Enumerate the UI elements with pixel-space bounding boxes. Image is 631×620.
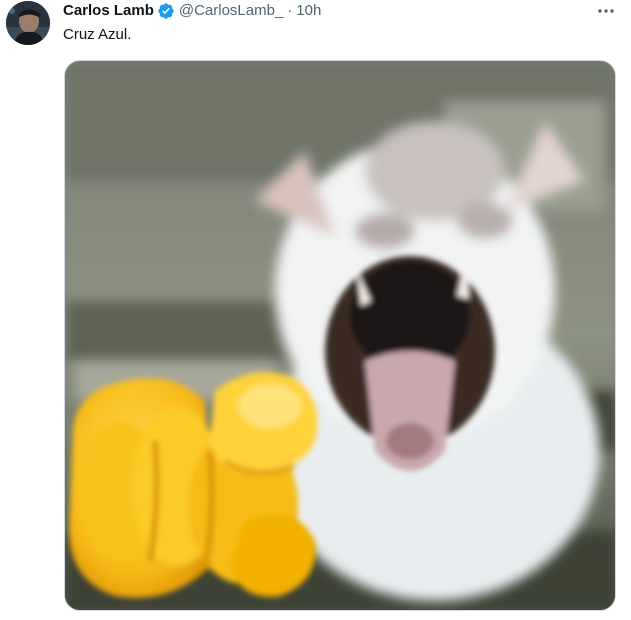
timestamp[interactable]: 10h	[296, 1, 321, 21]
separator-dot: ·	[287, 2, 293, 19]
verified-badge-icon	[157, 2, 175, 20]
tweet: Carlos Lamb @CarlosLamb_ · 10h Cruz Azul…	[0, 0, 631, 620]
tweet-media-image[interactable]	[64, 60, 616, 611]
tweet-text: Cruz Azul.	[63, 26, 132, 43]
avatar-image	[6, 1, 50, 45]
more-options-icon[interactable]	[594, 2, 618, 20]
handle[interactable]: @CarlosLamb_	[179, 1, 283, 21]
meme-photo	[65, 61, 615, 610]
tweet-header: Carlos Lamb @CarlosLamb_ · 10h	[63, 1, 321, 21]
display-name[interactable]: Carlos Lamb	[63, 1, 154, 21]
avatar[interactable]	[6, 1, 50, 45]
